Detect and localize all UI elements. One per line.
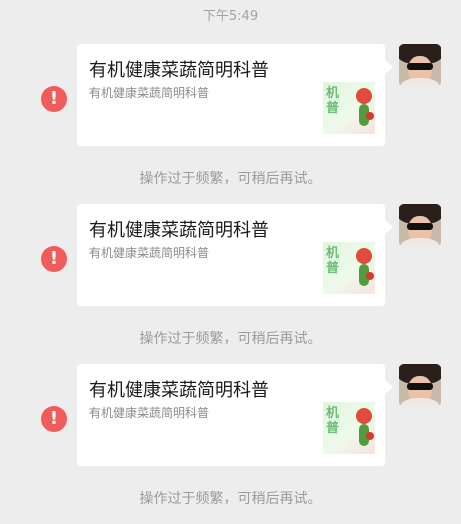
thumbnail-text: 机普 (326, 246, 340, 276)
avatar[interactable] (399, 44, 441, 86)
card-title: 有机健康菜蔬简明科普 (89, 60, 269, 81)
card-description: 有机健康菜蔬简明科普 (89, 86, 210, 100)
card-title: 有机健康菜蔬简明科普 (89, 220, 269, 241)
vegetable-icon (356, 248, 372, 264)
link-card[interactable]: 有机健康菜蔬简明科普 有机健康菜蔬简明科普 机普 (77, 364, 393, 466)
send-failed-icon[interactable]: ! (41, 246, 67, 272)
card-thumbnail: 机普 (323, 242, 375, 294)
message-row: ! 有机健康菜蔬简明科普 有机健康菜蔬简明科普 机普 操作过于频繁，可稍后再试。 (0, 44, 461, 204)
vegetable-icon (356, 88, 372, 104)
thumbnail-text: 机普 (326, 406, 340, 436)
sunglasses-icon (407, 383, 433, 390)
send-failed-icon[interactable]: ! (41, 406, 67, 432)
message-timestamp: 下午5:49 (202, 9, 259, 24)
system-notice: 操作过于频繁，可稍后再试。 (139, 171, 322, 187)
message-row: ! 有机健康菜蔬简明科普 有机健康菜蔬简明科普 机普 操作过于频繁，可稍后再试。 (0, 364, 461, 524)
avatar[interactable] (399, 204, 441, 246)
sunglasses-icon (407, 63, 433, 70)
link-card[interactable]: 有机健康菜蔬简明科普 有机健康菜蔬简明科普 机普 (77, 204, 393, 306)
avatar[interactable] (399, 364, 441, 406)
vegetable-icon (356, 408, 372, 424)
system-notice: 操作过于频繁，可稍后再试。 (139, 491, 322, 507)
link-card[interactable]: 有机健康菜蔬简明科普 有机健康菜蔬简明科普 机普 (77, 44, 393, 146)
card-thumbnail: 机普 (323, 402, 375, 454)
vegetable-icon (366, 272, 374, 280)
card-description: 有机健康菜蔬简明科普 (89, 406, 210, 420)
card-thumbnail: 机普 (323, 82, 375, 134)
card-title: 有机健康菜蔬简明科普 (89, 380, 269, 401)
thumbnail-text: 机普 (326, 86, 340, 116)
sunglasses-icon (407, 223, 433, 230)
system-notice: 操作过于频繁，可稍后再试。 (139, 331, 322, 347)
card-description: 有机健康菜蔬简明科普 (89, 246, 210, 260)
message-row: ! 有机健康菜蔬简明科普 有机健康菜蔬简明科普 机普 操作过于频繁，可稍后再试。 (0, 204, 461, 364)
vegetable-icon (366, 432, 374, 440)
vegetable-icon (366, 112, 374, 120)
send-failed-icon[interactable]: ! (41, 86, 67, 112)
